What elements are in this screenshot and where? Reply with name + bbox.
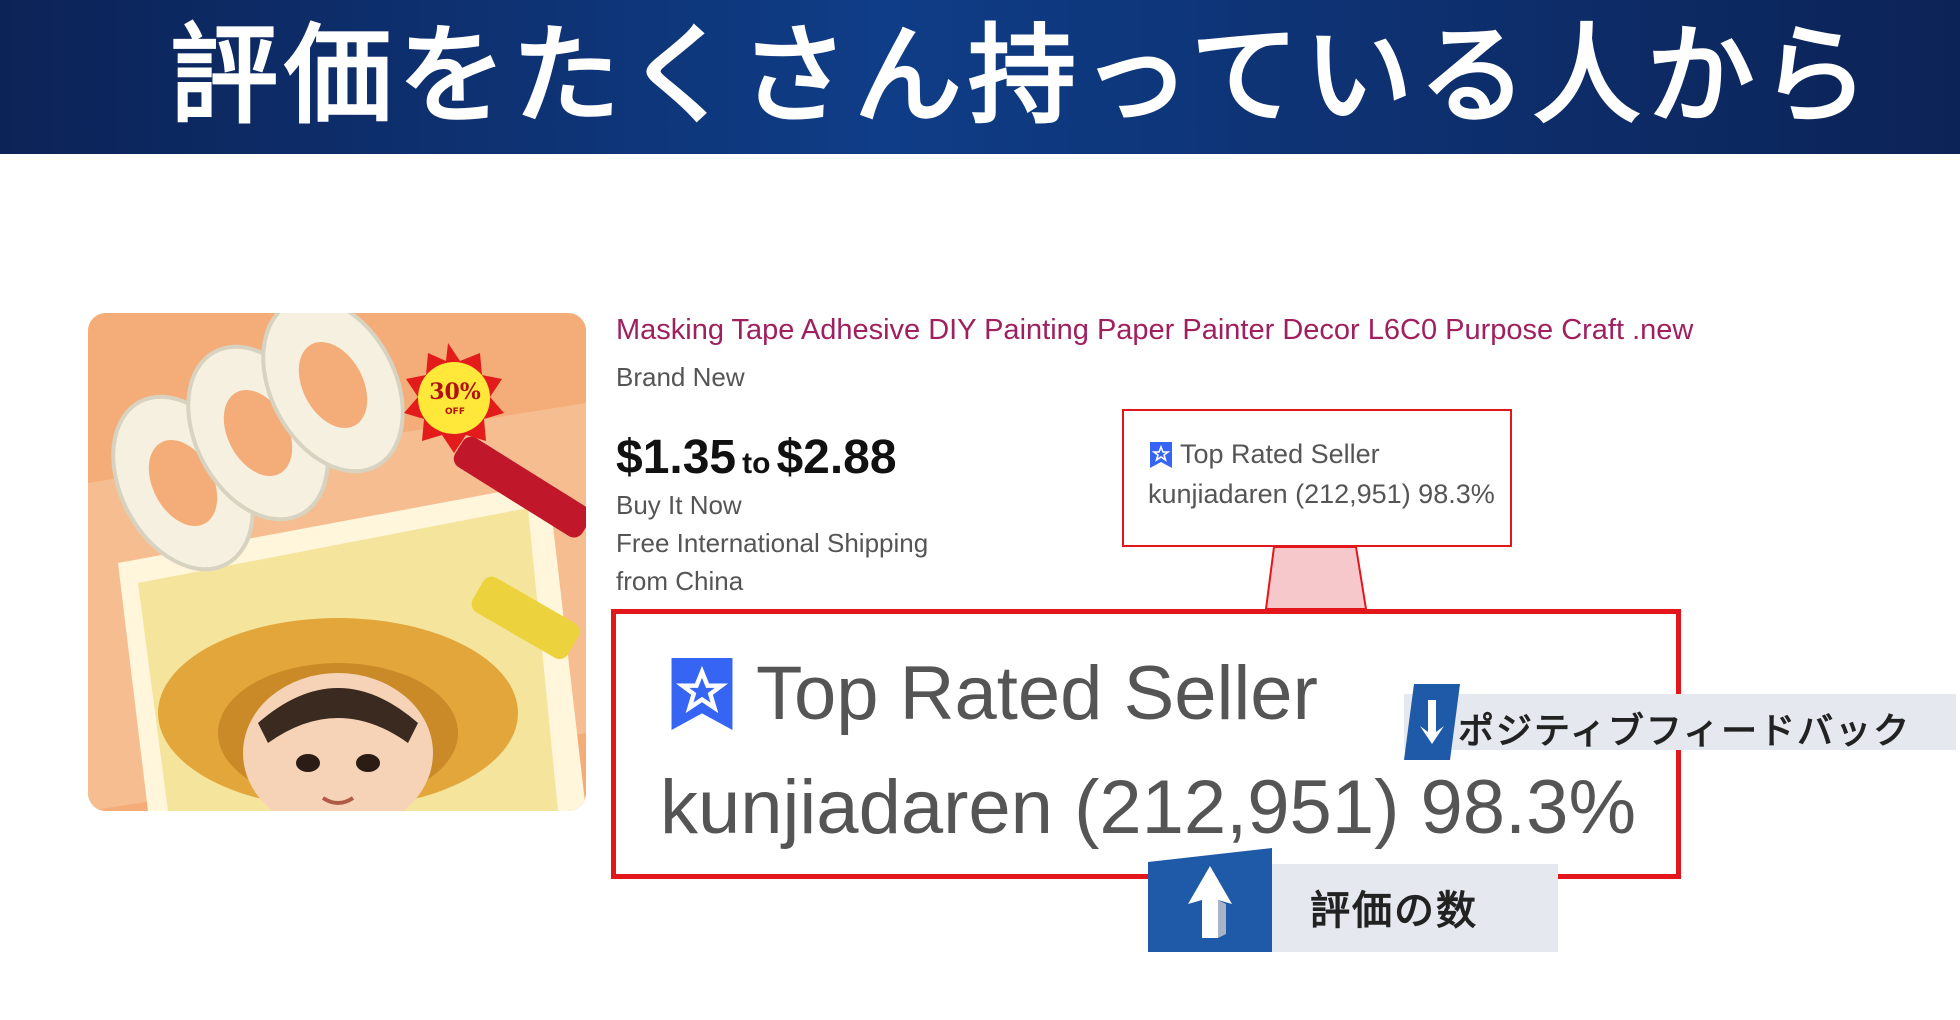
zoom-connector <box>1264 547 1368 610</box>
seller-stats-zoomed: kunjiadaren (212,951) 98.3% <box>660 765 1637 850</box>
price-range: $1.35 to $2.88 <box>616 430 897 485</box>
discount-sticker-text: 30% <box>429 379 481 405</box>
product-illustration <box>88 313 586 811</box>
listing-title-link[interactable]: Masking Tape Adhesive DIY Painting Paper… <box>616 314 1693 347</box>
top-rated-seller-badge-icon <box>1150 441 1172 468</box>
top-rated-badge-row-zoomed: Top Rated Seller <box>666 650 1318 737</box>
product-image[interactable]: 30% OFF <box>88 313 586 811</box>
banner-title: 評価をたくさん持っている人から <box>170 14 1875 139</box>
price-to-separator: to <box>742 447 771 480</box>
discount-sticker-sub: OFF <box>445 407 465 417</box>
price-low: $1.35 <box>616 431 737 484</box>
arrow-up-icon <box>1148 848 1272 952</box>
seller-stats[interactable]: kunjiadaren (212,951) 98.3% <box>1148 479 1495 510</box>
top-rated-label-zoomed: Top Rated Seller <box>756 651 1318 736</box>
shipping-info: Free International Shipping <box>616 528 929 558</box>
feedback-count-callout: 評価の数 <box>1148 848 1558 952</box>
top-rated-seller-badge-icon <box>671 657 733 730</box>
item-location: from China <box>616 566 744 596</box>
arrow-down-icon <box>1404 684 1460 760</box>
top-rated-badge-row: Top Rated Seller <box>1148 439 1380 470</box>
seller-info-highlight: Top Rated Seller kunjiadaren (212,951) 9… <box>1122 409 1512 547</box>
positive-feedback-callout: ポジティブフィードバック <box>1404 684 1956 760</box>
top-rated-label: Top Rated Seller <box>1180 439 1380 469</box>
feedback-count-label: 評価の数 <box>1310 888 1478 934</box>
title-banner: 評価をたくさん持っている人から <box>0 0 1960 154</box>
buy-format: Buy It Now <box>616 490 742 520</box>
positive-feedback-label: ポジティブフィードバック <box>1458 711 1912 752</box>
item-condition: Brand New <box>616 362 745 392</box>
price-high: $2.88 <box>776 431 897 484</box>
